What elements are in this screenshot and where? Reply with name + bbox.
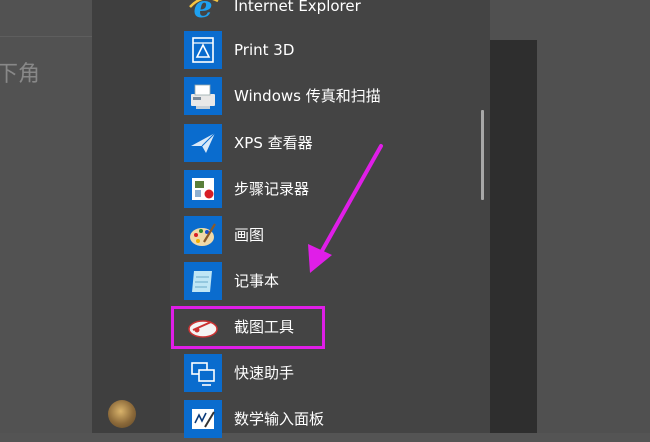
start-menu-left-rail xyxy=(92,0,170,433)
start-menu-app-list: e Internet Explorer Print 3D Windows 传真和… xyxy=(170,0,490,438)
fax-scanner-icon xyxy=(184,77,222,115)
background-document: 下角 xyxy=(0,0,92,433)
background-window-right xyxy=(490,0,650,433)
background-panel-dark xyxy=(490,40,537,433)
app-item-notepad[interactable]: 记事本 xyxy=(170,258,490,304)
steps-recorder-icon xyxy=(184,170,222,208)
app-item-internet-explorer[interactable]: e Internet Explorer xyxy=(170,0,490,29)
app-item-steps-recorder[interactable]: 步骤记录器 xyxy=(170,166,490,212)
app-item-label: 数学输入面板 xyxy=(234,410,325,428)
app-item-label: 画图 xyxy=(234,226,265,244)
app-item-quick-assist[interactable]: 快速助手 xyxy=(170,350,490,396)
start-menu-scrollbar[interactable] xyxy=(481,110,484,200)
app-item-label: Windows 传真和扫描 xyxy=(234,87,381,105)
app-item-label: 步骤记录器 xyxy=(234,180,310,198)
print-3d-icon xyxy=(184,31,222,69)
paint-palette-icon xyxy=(184,216,222,254)
app-item-paint[interactable]: 画图 xyxy=(170,212,490,258)
snipping-tool-highlight-box xyxy=(171,306,325,349)
document-divider xyxy=(0,36,92,37)
notepad-icon xyxy=(184,262,222,300)
app-item-print-3d[interactable]: Print 3D xyxy=(170,27,490,73)
app-item-xps-viewer[interactable]: XPS 查看器 xyxy=(170,120,490,166)
app-item-math-input-panel[interactable]: 数学输入面板 xyxy=(170,396,490,442)
app-item-label: Print 3D xyxy=(234,41,295,59)
app-item-label: 快速助手 xyxy=(234,364,295,382)
quick-assist-icon xyxy=(184,354,222,392)
app-item-label: Internet Explorer xyxy=(234,0,361,15)
internet-explorer-icon: e xyxy=(184,0,222,25)
app-item-label: 记事本 xyxy=(234,272,280,290)
background-document-text: 下角 xyxy=(0,62,41,87)
user-avatar[interactable] xyxy=(108,400,136,428)
svg-text:e: e xyxy=(193,0,212,25)
app-item-windows-fax-scan[interactable]: Windows 传真和扫描 xyxy=(170,73,490,119)
app-item-label: XPS 查看器 xyxy=(234,134,313,152)
xps-viewer-icon xyxy=(184,124,222,162)
math-input-panel-icon xyxy=(184,400,222,438)
